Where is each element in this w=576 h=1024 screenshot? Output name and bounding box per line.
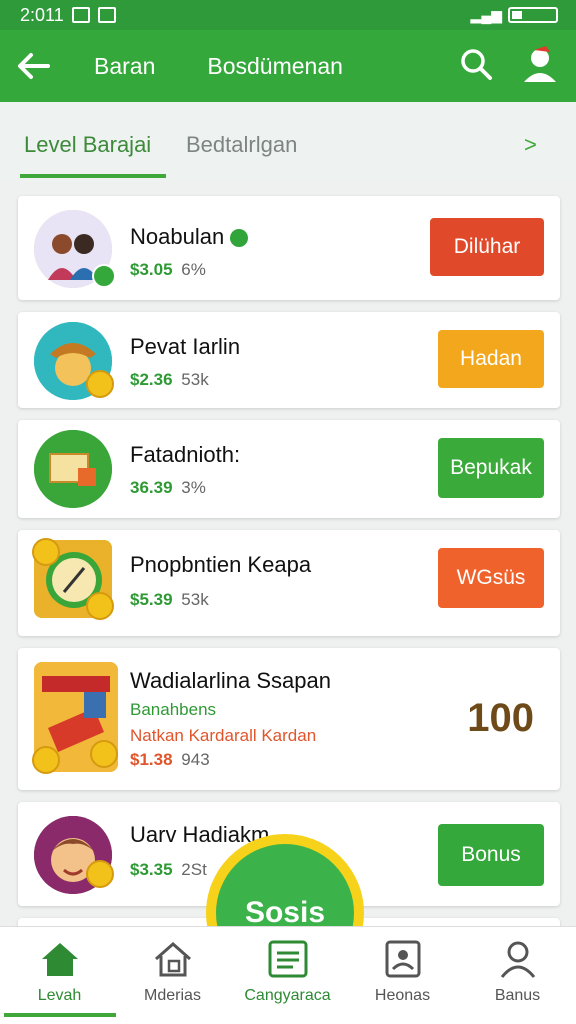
- nav-active-indicator: [4, 1013, 116, 1017]
- card-title-wrap: Noabulan: [130, 224, 249, 250]
- coin-icon: [32, 746, 60, 774]
- list-item[interactable]: Pnopbntien Keapa $5.39 53k WGsüs: [18, 530, 560, 636]
- list-item[interactable]: Noabulan $3.05 6% Dilühar: [18, 196, 560, 300]
- house-edit-icon: [152, 939, 194, 979]
- card-meta: $5.39 53k: [130, 590, 209, 610]
- nav-label: Mderias: [144, 987, 201, 1004]
- status-bar: 2:011 ▂▄▆: [0, 0, 576, 30]
- action-button[interactable]: Dilühar: [430, 218, 544, 276]
- status-time: 2:011: [20, 4, 64, 25]
- list-item[interactable]: Pevat Iarlin $2.36 53k Hadan: [18, 312, 560, 408]
- notification-icon: [71, 7, 90, 23]
- bottom-navigation: Levah Mderias Cangyaraca Heonas Banus: [0, 926, 576, 1024]
- verified-icon: [230, 229, 249, 248]
- price: $1.38: [130, 750, 173, 769]
- price: $5.39: [130, 590, 173, 609]
- count: 3%: [181, 478, 206, 497]
- nav-item-cangyaraca[interactable]: Cangyaraca: [230, 927, 345, 1024]
- home-icon: [39, 939, 81, 979]
- tab-level-barajai[interactable]: Level Barajai: [24, 132, 151, 158]
- coin-icon: [32, 538, 60, 566]
- nav-label: Cangyaraca: [244, 987, 331, 1004]
- action-button[interactable]: WGsüs: [438, 548, 544, 608]
- action-button[interactable]: Bepukak: [438, 438, 544, 498]
- count: 2St: [181, 860, 207, 879]
- nav-label: Heonas: [374, 987, 431, 1004]
- count: 53k: [181, 590, 209, 609]
- id-card-icon: [382, 939, 424, 979]
- price: 36.39: [130, 478, 173, 497]
- reward-number: 100: [467, 696, 534, 740]
- coin-icon: [86, 592, 114, 620]
- card-meta: $2.36 53k: [130, 370, 209, 390]
- coin-icon: [90, 740, 118, 768]
- coin-icon: [86, 370, 114, 398]
- list-item[interactable]: Fatadnioth: 36.39 3% Bepukak: [18, 420, 560, 518]
- badge-icon: [92, 264, 116, 288]
- back-arrow-icon[interactable]: [14, 46, 54, 86]
- nav-item-levah[interactable]: Levah: [2, 927, 117, 1024]
- app-title: Baran: [94, 52, 156, 79]
- app-bar: Baran Bosdümenan: [0, 30, 576, 102]
- bonus-button[interactable]: Bonus: [438, 824, 544, 886]
- tab-active-indicator: [20, 174, 166, 178]
- price: $2.36: [130, 370, 173, 389]
- profile-avatar-icon[interactable]: [518, 42, 562, 86]
- card-title: Wadialarlina Ssapan: [130, 668, 331, 693]
- price: $3.35: [130, 860, 173, 879]
- coin-icon: [86, 860, 114, 888]
- list-box-icon: [267, 939, 309, 979]
- action-button[interactable]: Hadan: [438, 330, 544, 388]
- tab-bar: Level Barajai Bedtalrlgan >: [0, 102, 576, 182]
- count: 6%: [181, 260, 206, 279]
- card-subtitle: Banahbens: [130, 700, 217, 719]
- nav-item-banus[interactable]: Banus: [460, 927, 575, 1024]
- price: $3.05: [130, 260, 173, 279]
- card-title: Noabulan: [130, 224, 225, 249]
- nav-label: Levah: [37, 987, 82, 1004]
- count: 943: [181, 750, 210, 769]
- app-subtitle: Bosdümenan: [207, 52, 343, 79]
- battery-icon: [508, 7, 558, 23]
- nav-label: Banus: [494, 987, 541, 1004]
- card-meta: $3.05 6%: [130, 260, 206, 280]
- card-promo-text: Natkan Kardarall Kardan: [130, 726, 317, 745]
- search-icon[interactable]: [458, 46, 494, 82]
- tab-bedtalrlgan[interactable]: Bedtalrlgan: [186, 132, 297, 158]
- card-title: Pevat Iarlin: [130, 334, 241, 359]
- card-meta: $1.38 943: [130, 750, 210, 770]
- nav-item-heonas[interactable]: Heonas: [345, 927, 460, 1024]
- notification-icon-2: [97, 7, 116, 23]
- document-icon: [34, 430, 112, 508]
- signal-icon: ▂▄▆: [470, 6, 502, 23]
- card-title: Fatadnioth:: [130, 442, 241, 467]
- card-meta: 36.39 3%: [130, 478, 206, 498]
- card-title: Pnopbntien Keapa: [130, 552, 312, 577]
- card-meta: $3.35 2St: [130, 860, 207, 880]
- list-item[interactable]: Wadialarlina Ssapan Banahbens Natkan Kar…: [18, 648, 560, 790]
- user-icon: [497, 939, 539, 979]
- nav-item-mderias[interactable]: Mderias: [115, 927, 230, 1024]
- chevron-right-icon[interactable]: >: [524, 132, 537, 158]
- count: 53k: [181, 370, 209, 389]
